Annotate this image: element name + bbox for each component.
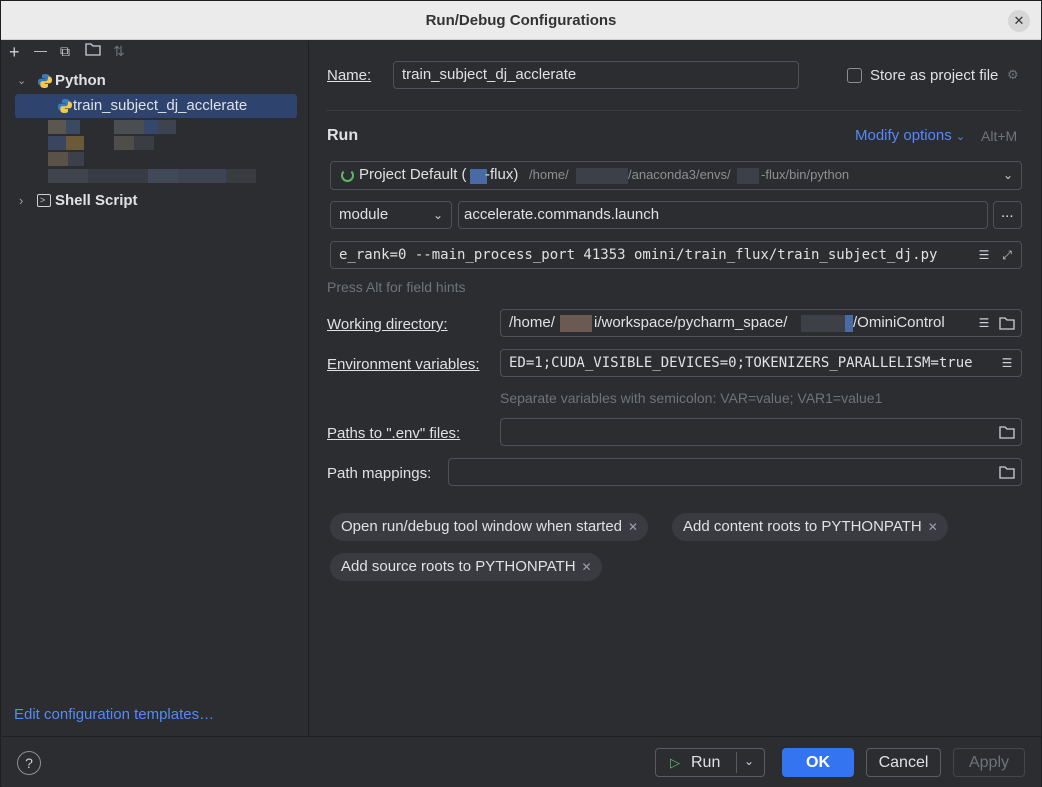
environment-variables-label: Environment variables:: [327, 356, 480, 373]
tree-node-python[interactable]: ⌄ Python: [17, 69, 297, 93]
help-icon[interactable]: ?: [17, 751, 41, 775]
terminal-icon: >: [37, 194, 51, 207]
interpreter-path-b: /anaconda3/envs/: [628, 167, 731, 182]
field-hints-text: Press Alt for field hints: [327, 279, 466, 295]
redacted-block: [801, 315, 851, 332]
dialog-title: Run/Debug Configurations: [425, 12, 617, 29]
working-directory-label: Working directory:: [327, 316, 448, 333]
option-chip[interactable]: Open run/debug tool window when started ✕: [330, 513, 649, 541]
modify-shortcut: Alt+M: [981, 128, 1018, 144]
folder-icon[interactable]: [999, 465, 1015, 479]
cancel-button[interactable]: Cancel: [866, 748, 941, 777]
redacted-block: [737, 168, 759, 184]
dotenv-paths-label: Paths to ".env" files:: [327, 425, 461, 442]
sort-icon[interactable]: ⇅: [113, 43, 125, 60]
shell-script-label: Shell Script: [55, 192, 138, 209]
close-icon[interactable]: ✕: [1008, 10, 1030, 32]
redacted-block: [576, 168, 628, 184]
chevron-right-icon[interactable]: ›: [19, 189, 23, 213]
remove-icon[interactable]: —: [34, 43, 47, 58]
run-button[interactable]: ▷ Run ⌄: [655, 748, 765, 777]
option-chip-label: Add content roots to PYTHONPATH: [683, 518, 922, 535]
close-icon[interactable]: ✕: [928, 520, 938, 534]
redacted-block: [845, 315, 853, 332]
interpreter-name: Project Default (: [359, 166, 467, 183]
workdir-part: i/workspace/pycharm_space/: [594, 314, 788, 331]
name-label: Name:: [327, 67, 372, 84]
list-icon[interactable]: ☰: [977, 316, 991, 330]
divider: [736, 752, 737, 773]
target-type-value: module: [339, 206, 389, 223]
interpreter-path-c: -flux/bin/python: [761, 167, 850, 182]
divider: [326, 110, 1022, 111]
target-type-select[interactable]: module ⌄: [330, 201, 452, 229]
path-mappings-label: Path mappings:: [327, 465, 432, 482]
environment-variables-input[interactable]: ED=1;CUDA_VISIBLE_DEVICES=0;TOKENIZERS_P…: [500, 349, 1022, 377]
edit-templates-link[interactable]: Edit configuration templates…: [14, 706, 214, 723]
dotenv-paths-input[interactable]: [500, 418, 1022, 446]
option-chip-label: Open run/debug tool window when started: [341, 518, 623, 535]
store-as-project-label: Store as project file: [870, 67, 999, 84]
interpreter-path-a: /home/: [529, 167, 569, 182]
chevron-down-icon[interactable]: ⌄: [744, 748, 754, 775]
more-button[interactable]: ...: [993, 201, 1022, 229]
python-icon: [37, 73, 53, 89]
play-icon: ▷: [670, 755, 680, 770]
list-icon[interactable]: ☰: [977, 248, 991, 262]
option-chip-label: Add source roots to PYTHONPATH: [341, 558, 576, 575]
expand-icon[interactable]: ⤢: [1000, 248, 1014, 262]
name-input[interactable]: train_subject_dj_acclerate: [393, 61, 799, 89]
interpreter-select[interactable]: Project Default ( -flux) /home/ /anacond…: [330, 161, 1022, 190]
python-group-label: Python: [55, 72, 106, 89]
configurations-panel: + — ⧉ ⇅ ⌄ Python train_subject_dj_accler…: [2, 41, 309, 736]
store-as-project-checkbox[interactable]: [847, 68, 862, 83]
redacted-block: [560, 315, 592, 332]
chevron-down-icon[interactable]: ⌄: [17, 69, 26, 93]
path-mappings-input[interactable]: [448, 458, 1022, 486]
module-name-input[interactable]: accelerate.commands.launch: [458, 201, 988, 229]
title-bar: Run/Debug Configurations ✕: [1, 1, 1041, 40]
modify-options-link[interactable]: Modify options ⌄: [855, 127, 965, 144]
tree-item-label: train_subject_dj_acclerate: [73, 97, 248, 114]
loading-icon: [341, 169, 354, 182]
run-label: Run: [691, 754, 721, 771]
option-chip[interactable]: Add source roots to PYTHONPATH ✕: [330, 553, 602, 581]
dialog-footer: ? ▷ Run ⌄ OK Cancel Apply: [2, 736, 1041, 787]
script-parameters-input[interactable]: e_rank=0 --main_process_port 41353 omini…: [330, 241, 1022, 269]
close-icon[interactable]: ✕: [628, 520, 638, 534]
configuration-editor: Name: train_subject_dj_acclerate Store a…: [310, 41, 1041, 736]
chevron-down-icon: ⌄: [432, 208, 443, 222]
close-icon[interactable]: ✕: [582, 560, 592, 574]
run-debug-dialog: Run/Debug Configurations ✕ + — ⧉ ⇅ ⌄ Pyt…: [0, 0, 1042, 787]
copy-icon[interactable]: ⧉: [60, 43, 70, 60]
workdir-part: /home/: [509, 314, 555, 331]
tree-item-train-config[interactable]: train_subject_dj_acclerate: [15, 94, 297, 118]
interpreter-env: -flux): [485, 166, 519, 183]
list-icon[interactable]: ☰: [1000, 356, 1014, 370]
new-folder-icon[interactable]: [85, 42, 101, 56]
working-directory-input[interactable]: /home/ i/workspace/pycharm_space/ /Omini…: [500, 309, 1022, 337]
folder-icon[interactable]: [999, 425, 1015, 439]
apply-button[interactable]: Apply: [953, 748, 1025, 777]
folder-icon[interactable]: [999, 316, 1015, 330]
chevron-down-icon: ⌄: [1002, 168, 1013, 182]
env-hint-text: Separate variables with semicolon: VAR=v…: [500, 390, 883, 406]
run-section-header: Run: [327, 127, 359, 144]
workdir-part: /OminiControl: [853, 314, 945, 331]
ok-button[interactable]: OK: [782, 748, 854, 777]
option-chip[interactable]: Add content roots to PYTHONPATH ✕: [672, 513, 948, 541]
gear-icon[interactable]: ⚙: [1007, 67, 1019, 83]
chevron-down-icon: ⌄: [955, 131, 966, 143]
python-icon: [57, 98, 73, 114]
add-icon[interactable]: +: [9, 42, 20, 63]
tree-node-shell-script[interactable]: › > Shell Script: [17, 189, 297, 213]
